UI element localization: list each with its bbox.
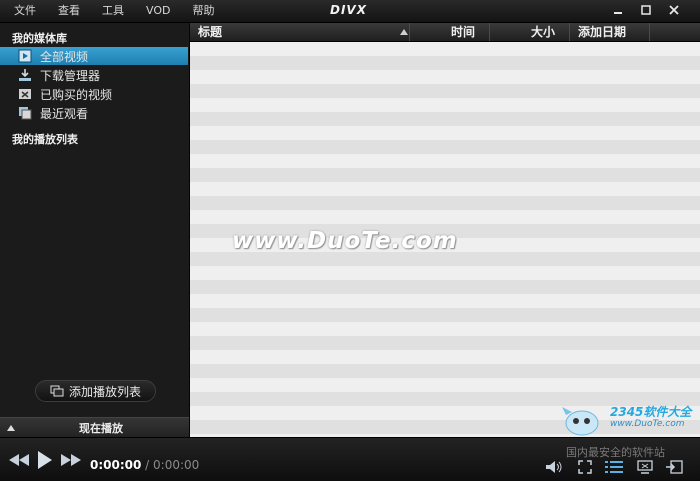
site-stamp: 2345软件大全 www.DuoTe.com <box>558 403 698 437</box>
sidebar-item-download-manager[interactable]: 下载管理器 <box>18 66 188 84</box>
play-icon <box>38 451 52 469</box>
mini-mode-button[interactable] <box>664 458 684 476</box>
watermark-text: www.DuoTe.com <box>232 228 458 254</box>
table-row <box>190 280 700 294</box>
menu-view[interactable]: 查看 <box>58 4 80 18</box>
current-time: 0:00:00 <box>90 458 142 472</box>
add-playlist-label: 添加播放列表 <box>68 384 141 399</box>
table-row <box>190 294 700 308</box>
library-title: 我的媒体库 <box>12 32 67 45</box>
recent-icon <box>18 106 32 120</box>
sidebar: 我的媒体库 全部视频 下载管理器 已购买的视频 最近观看 我的播放列表 添加播放… <box>0 23 190 438</box>
library-view-button[interactable] <box>604 458 624 476</box>
sidebar-item-purchased-videos[interactable]: 已购买的视频 <box>18 85 188 103</box>
column-title-label: 标题 <box>198 25 223 39</box>
fast-forward-button[interactable] <box>60 451 82 469</box>
divx-logo: DIVX <box>330 3 367 17</box>
playlist-title[interactable]: 我的播放列表 <box>12 131 78 147</box>
menu-tools[interactable]: 工具 <box>102 4 124 18</box>
table-row <box>190 196 700 210</box>
menu-bar: 文件 查看 工具 VOD 帮助 <box>14 4 236 18</box>
table-row <box>190 70 700 84</box>
sort-ascending-icon <box>400 29 408 35</box>
table-header: 标题 时间 大小 添加日期 <box>190 23 700 42</box>
sidebar-item-label: 最近观看 <box>40 106 89 121</box>
sidebar-item-label: 下载管理器 <box>40 68 101 83</box>
expand-up-icon[interactable] <box>7 425 15 431</box>
video-icon <box>18 49 32 63</box>
table-row <box>190 252 700 266</box>
sidebar-item-label: 已购买的视频 <box>40 87 113 102</box>
stamp-url: www.DuoTe.com <box>610 419 685 429</box>
table-row <box>190 168 700 182</box>
table-row <box>190 42 700 56</box>
close-icon[interactable] <box>660 2 688 18</box>
volume-button[interactable] <box>545 458 563 476</box>
player-controls: 0:00:00 / 0:00:00 国内最安全的软件站 <box>0 437 700 481</box>
table-row <box>190 98 700 112</box>
column-date-added[interactable]: 添加日期 <box>570 23 650 41</box>
title-bar: 文件 查看 工具 VOD 帮助 DIVX <box>0 0 700 23</box>
cast-icon <box>637 460 653 474</box>
mascot-icon <box>562 407 599 436</box>
table-row <box>190 112 700 126</box>
column-time-label: 时间 <box>450 25 475 39</box>
column-date-label: 添加日期 <box>578 25 627 39</box>
video-list: 标题 时间 大小 添加日期 www.DuoTe.com 2345软件大全 www… <box>190 23 700 437</box>
now-playing-bar[interactable]: 现在播放 <box>0 417 189 438</box>
table-row <box>190 308 700 322</box>
rewind-button[interactable] <box>8 451 30 469</box>
mini-mode-icon <box>666 460 683 474</box>
table-row <box>190 350 700 364</box>
fullscreen-button[interactable] <box>576 458 594 476</box>
maximize-icon[interactable] <box>632 2 660 18</box>
purchase-icon <box>18 87 32 101</box>
sidebar-item-all-videos[interactable]: 全部视频 <box>0 47 188 65</box>
cast-button[interactable] <box>636 458 654 476</box>
sidebar-item-label: 全部视频 <box>40 49 89 64</box>
table-row <box>190 364 700 378</box>
table-row <box>190 378 700 392</box>
play-button[interactable] <box>35 451 55 469</box>
total-time: 0:00:00 <box>153 458 200 472</box>
download-icon <box>18 68 32 82</box>
sidebar-item-recently-watched[interactable]: 最近观看 <box>18 104 188 122</box>
column-title[interactable]: 标题 <box>190 23 410 41</box>
column-time[interactable]: 时间 <box>410 23 490 41</box>
column-size-label: 大小 <box>530 25 555 39</box>
menu-vod[interactable]: VOD <box>146 4 170 18</box>
menu-help[interactable]: 帮助 <box>192 4 214 18</box>
playlist-add-icon <box>50 385 64 397</box>
column-size[interactable]: 大小 <box>490 23 570 41</box>
table-row <box>190 56 700 70</box>
add-playlist-button[interactable]: 添加播放列表 <box>35 380 156 402</box>
fullscreen-icon <box>578 460 592 474</box>
list-icon <box>605 461 623 473</box>
menu-file[interactable]: 文件 <box>14 4 36 18</box>
table-row <box>190 266 700 280</box>
volume-icon <box>546 461 562 473</box>
window-controls <box>604 2 688 18</box>
minimize-icon[interactable] <box>604 2 632 18</box>
table-row <box>190 140 700 154</box>
stamp-brand: 2345软件大全 <box>610 405 692 419</box>
table-row <box>190 336 700 350</box>
fast-forward-icon <box>61 454 81 466</box>
rewind-icon <box>9 454 29 466</box>
time-display: 0:00:00 / 0:00:00 <box>90 458 199 472</box>
table-row <box>190 210 700 224</box>
time-separator: / <box>141 458 154 472</box>
table-row <box>190 322 700 336</box>
now-playing-label: 现在播放 <box>79 422 123 435</box>
table-row <box>190 84 700 98</box>
table-row <box>190 126 700 140</box>
table-row <box>190 154 700 168</box>
table-row <box>190 182 700 196</box>
